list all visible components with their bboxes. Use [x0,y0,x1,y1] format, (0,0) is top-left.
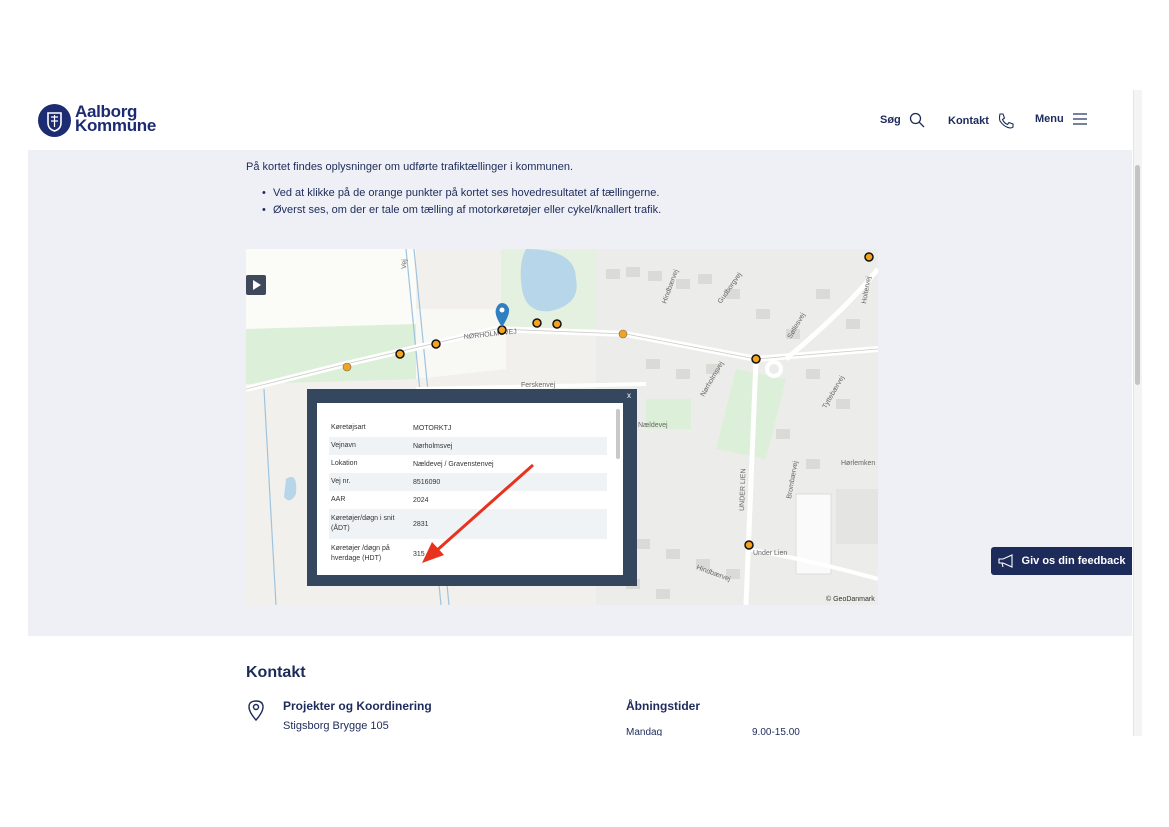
map-play-button[interactable] [246,275,266,295]
map-street-label: Nældevej [638,422,668,429]
map-street-label: Hørlemken [841,460,875,467]
nav-menu-label: Menu [1035,113,1064,125]
popup-row-key: Lokation [331,460,358,467]
map-street-label: Vej [401,259,408,269]
logo-line-2: Kommune [75,116,157,135]
popup-row: Køretøjsart MOTORKTJ [329,419,607,437]
map-street-label: Under Lien [753,550,787,557]
nav-search[interactable]: Søg [880,112,925,128]
map-street-label: Ferskenvej [521,382,556,389]
hamburger-icon [1072,113,1087,125]
map-attribution: © GeoDanmark [826,596,875,603]
feedback-label: Giv os din feedback [1021,555,1126,567]
megaphone-icon [997,554,1013,568]
location-pin-icon [248,700,264,721]
popup-row-key: Vejnavn [331,442,356,449]
feedback-button[interactable]: Giv os din feedback [991,547,1132,575]
nav-contact[interactable]: Kontakt [948,112,1015,130]
popup-scroll-thumb[interactable] [616,409,620,459]
nav-menu[interactable]: Menu [1035,112,1088,126]
search-icon [909,112,925,128]
popup-row-key: Vej nr. [331,478,351,485]
popup-row-value: MOTORKTJ [413,424,452,432]
logo-wordmark[interactable]: Aalborg Kommune [75,103,157,135]
intro-text: På kortet findes oplysninger om udførte … [246,161,574,173]
annotation-arrow-icon [422,463,534,563]
department-name: Projekter og Koordinering [283,699,432,713]
contact-heading: Kontakt [246,664,306,681]
instruction-list: Ved at klikke på de orange punkter på ko… [262,187,661,221]
instruction-item: Ved at klikke på de orange punkter på ko… [262,187,661,204]
viewport-bottom-clip [28,736,1138,827]
popup-close-button[interactable]: x [627,391,631,400]
street-address: Stigsborg Brygge 105 [283,720,389,732]
popup-row-value: Nørholmsvej [413,442,453,450]
popup-row: Vejnavn Nørholmsvej [329,437,607,455]
popup-row-key: Køretøjer/døgn i snit (ÅDT) [331,515,395,532]
page-scroll-thumb[interactable] [1135,165,1140,385]
instruction-item: Øverst ses, om der er tale om tælling af… [262,204,661,221]
nav-contact-label: Kontakt [948,115,989,127]
popup-row-key: AAR [331,496,346,503]
popup-row-key: Køretøjer /døgn på hverdage (HDT) [331,545,390,562]
phone-icon [998,113,1014,129]
map-street-label: UNDER LIEN [739,468,747,511]
coat-of-arms-logo-icon[interactable] [38,104,71,137]
popup-row-key: Køretøjsart [331,424,366,431]
opening-hours-heading: Åbningstider [626,699,700,713]
nav-search-label: Søg [880,114,901,126]
